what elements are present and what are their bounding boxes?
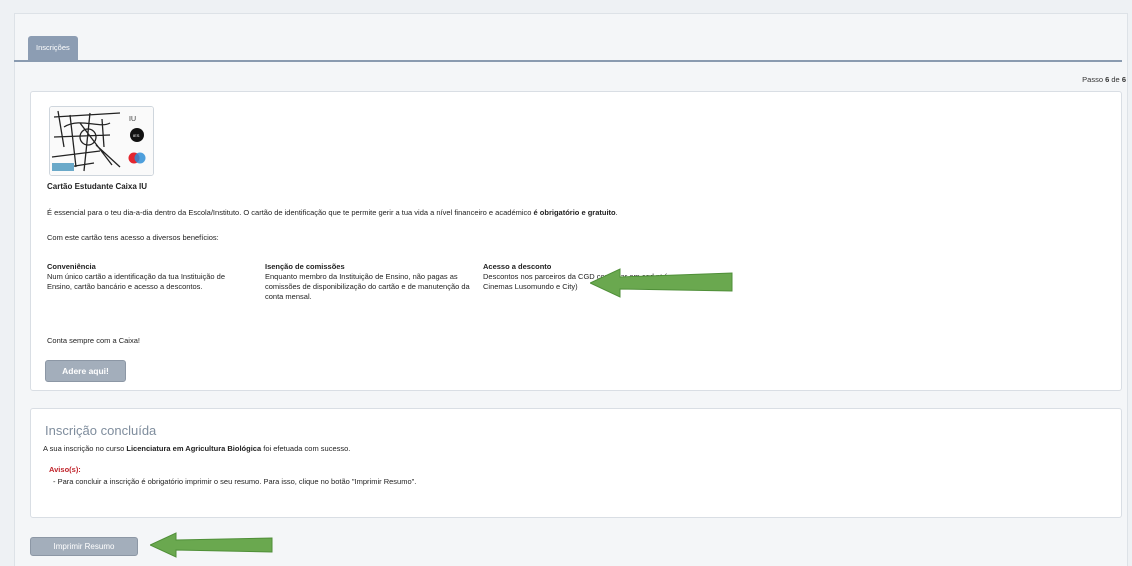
arrow-left-icon (150, 532, 273, 558)
enrollment-message: A sua inscrição no curso Licenciatura em… (43, 444, 351, 453)
join-button[interactable]: Adere aqui! (45, 360, 126, 382)
warning-label: Aviso(s): (49, 465, 81, 474)
promo-closing: Conta sempre com a Caixa! (47, 336, 140, 345)
arrow-left-icon (590, 268, 733, 298)
benefit-convenience: Conveniência Num único cartão a identifi… (47, 262, 226, 291)
print-summary-button[interactable]: Imprimir Resumo (30, 537, 138, 556)
enrollment-card: Inscrição concluída A sua inscrição no c… (30, 408, 1122, 518)
benefit-fee-exemption: Isenção de comissões Enquanto membro da … (265, 262, 470, 301)
tab-inscricoes[interactable]: Inscrições (28, 36, 78, 60)
tab-bar: Inscrições (14, 18, 1122, 62)
svg-text:IES: IES (133, 133, 140, 138)
step-indicator: Passo 6 de 6 (1082, 75, 1126, 84)
svg-text:IU: IU (129, 116, 136, 123)
warning-text: - Para concluir a inscrição é obrigatóri… (53, 477, 417, 486)
promo-intro: É essencial para o teu dia-a-dia dentro … (47, 208, 618, 217)
promo-card: IES IU Cartão Estudante Caixa IU É essen… (30, 91, 1122, 391)
student-card-image: IES IU (49, 106, 154, 176)
enrollment-title: Inscrição concluída (45, 423, 157, 438)
benefits-intro: Com este cartão tens acesso a diversos b… (47, 233, 219, 242)
promo-title: Cartão Estudante Caixa IU (47, 182, 148, 191)
